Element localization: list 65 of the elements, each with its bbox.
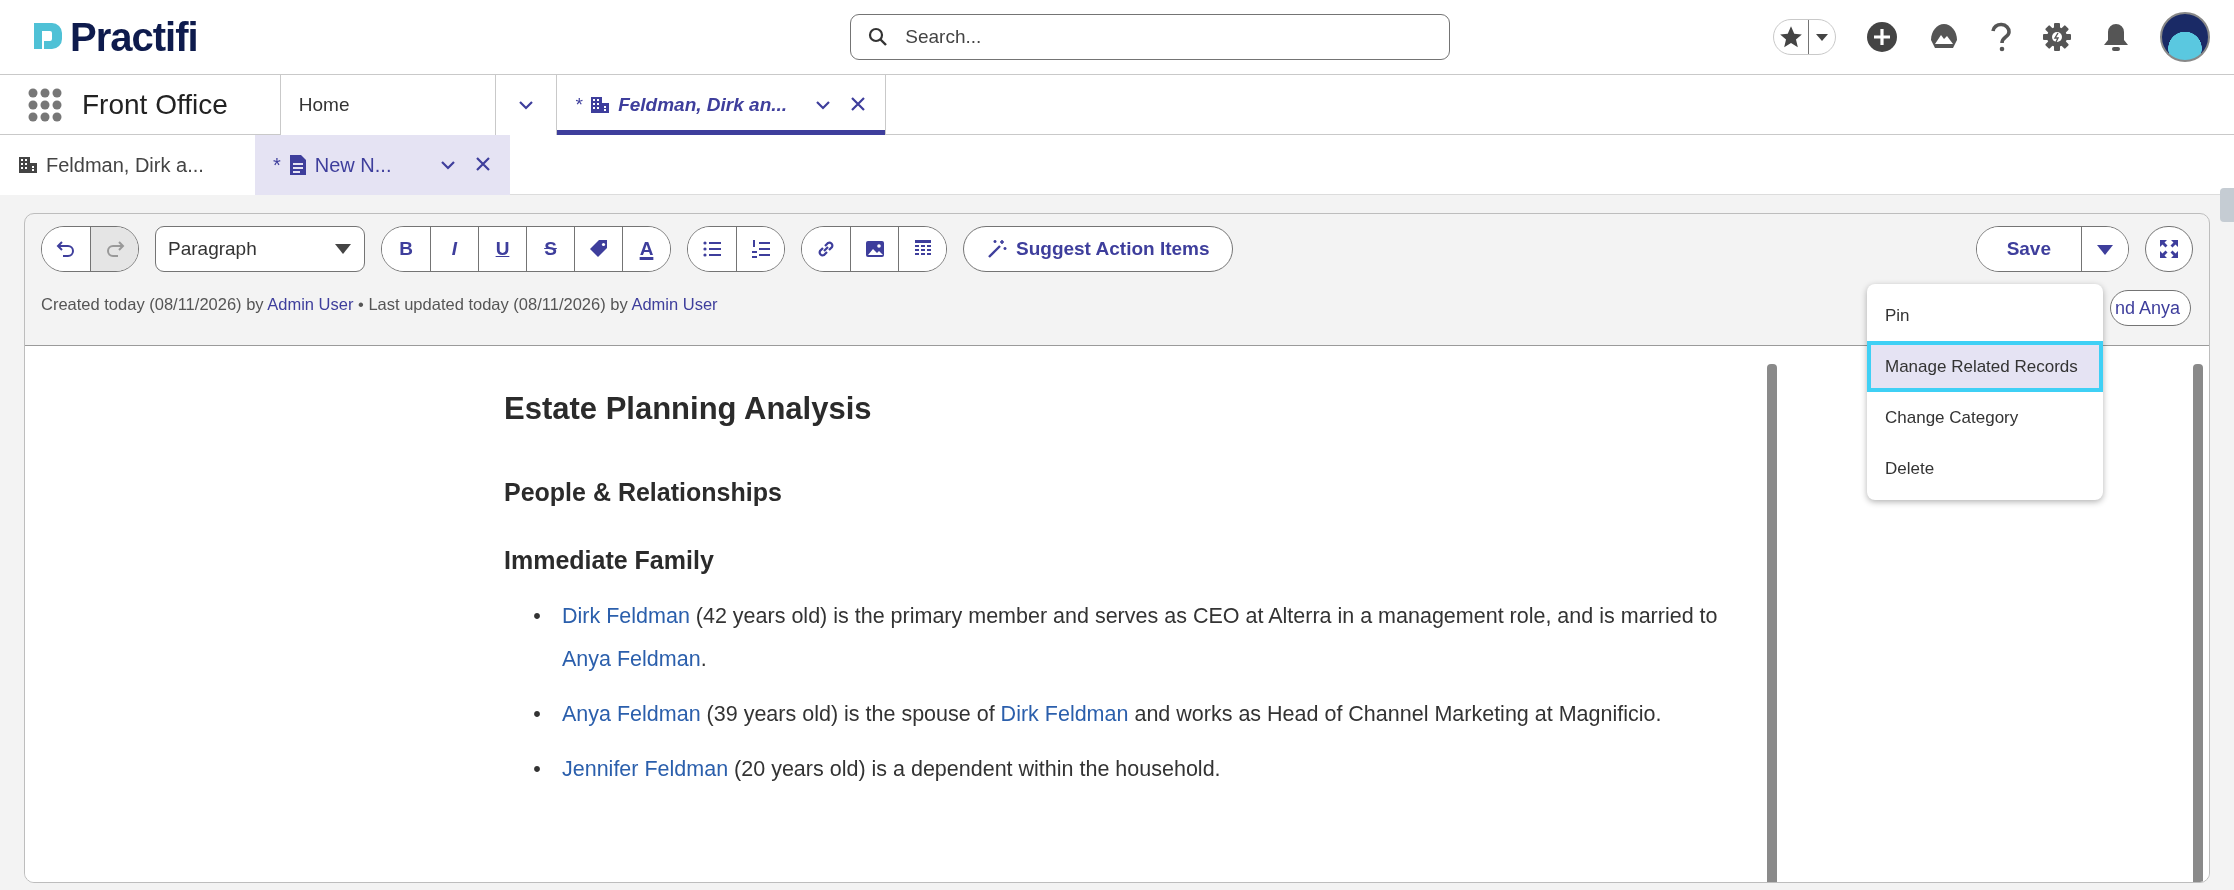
toolbar-button[interactable]	[736, 227, 784, 271]
user-link[interactable]: Admin User	[631, 295, 718, 313]
scrollbar[interactable]	[2193, 364, 2203, 882]
tab-label: New N...	[314, 153, 392, 178]
related-record-chip[interactable]: nd Anya	[2109, 290, 2191, 326]
numbered-list-icon[interactable]	[749, 238, 772, 260]
caret-icon[interactable]	[2096, 243, 2114, 256]
bullet-mark: •	[532, 603, 542, 631]
image-icon[interactable]	[863, 238, 886, 260]
app-name: Front Office	[81, 87, 229, 122]
section-heading: People & Relationships	[504, 477, 783, 508]
person-link[interactable]: Dirk Feldman	[562, 604, 690, 629]
building-icon	[18, 155, 38, 175]
star-icon[interactable]	[1778, 24, 1804, 50]
add-icon[interactable]	[1866, 21, 1898, 53]
expand-button[interactable]	[2145, 226, 2193, 272]
list-item-text: Jennifer Feldman (20 years old) is a dependent within the household.	[562, 756, 1221, 784]
list-item-text: Dirk Feldman (42 years old) is the primary member and serves as CEO at Alterra in a management role, and is married to Anya Feldman.	[562, 603, 1719, 674]
help-icon[interactable]	[1990, 22, 2012, 52]
document-icon	[288, 154, 307, 176]
unsaved-mark: *	[273, 153, 281, 178]
caret-icon[interactable]	[1815, 32, 1829, 42]
block-style-select[interactable]: Paragraph	[155, 226, 365, 272]
close-icon[interactable]	[474, 155, 492, 173]
toolbar-button[interactable]	[898, 227, 946, 271]
search-icon	[868, 27, 889, 47]
notifications-icon[interactable]	[2102, 22, 2130, 52]
expand-icon[interactable]	[2158, 238, 2180, 260]
tab-label: Feldman, Dirk an...	[618, 92, 788, 117]
user-link[interactable]: Admin User	[267, 295, 354, 313]
bullet-mark: •	[532, 756, 542, 784]
menu-item[interactable]: Manage Related Records	[1867, 341, 2103, 392]
bullet-mark: •	[532, 701, 542, 729]
app-launcher-icon[interactable]	[28, 87, 62, 122]
magic-wand-icon[interactable]	[986, 238, 1008, 260]
logo-text: Practifi	[70, 14, 198, 61]
unsaved-mark: *	[574, 92, 583, 117]
building-icon	[590, 95, 611, 115]
subsection-heading: Immediate Family	[504, 545, 715, 576]
panel-toggle[interactable]	[2220, 188, 2234, 222]
person-link[interactable]: Anya Feldman	[562, 647, 701, 672]
person-link[interactable]: Anya Feldman	[562, 702, 701, 727]
avatar[interactable]	[2160, 12, 2210, 62]
tab-label: Feldman, Dirk a...	[46, 153, 204, 178]
undo-icon[interactable]	[55, 238, 77, 260]
close-icon[interactable]	[848, 95, 867, 113]
document-title: Estate Planning Analysis	[504, 390, 873, 428]
menu-item[interactable]: Pin	[1867, 290, 2103, 341]
nav-tab[interactable]: Home	[279, 75, 495, 135]
settings-icon[interactable]	[2042, 22, 2072, 52]
search-field[interactable]: Search...	[850, 14, 1451, 60]
scrollbar[interactable]	[1767, 364, 1777, 882]
menu-item[interactable]: Delete	[1867, 443, 2103, 494]
save-menu-button[interactable]	[2081, 227, 2128, 271]
tab-label: Home	[298, 92, 350, 117]
format-button[interactable]: A	[622, 227, 670, 271]
person-link[interactable]: Dirk Feldman	[1000, 702, 1129, 727]
caret-icon[interactable]	[334, 243, 352, 255]
suggest-action-items-button[interactable]: Suggest Action Items	[963, 226, 1233, 272]
nav-tab[interactable]: * Feldman, Dirk an...	[555, 75, 886, 135]
person-link[interactable]: Jennifer Feldman	[562, 757, 729, 782]
list-item-text: Anya Feldman (39 years old) is the spouse of Dirk Feldman and works as Head of Channel Marketing at Magnificio.	[562, 701, 1662, 729]
workspace-tab[interactable]: * New N...	[255, 135, 510, 195]
menu-item[interactable]: Change Category	[1867, 392, 2103, 443]
record-info-text: Created today (08/11/2026) by Admin User • Last updated today (08/11/2026) by Admin User	[41, 294, 718, 315]
